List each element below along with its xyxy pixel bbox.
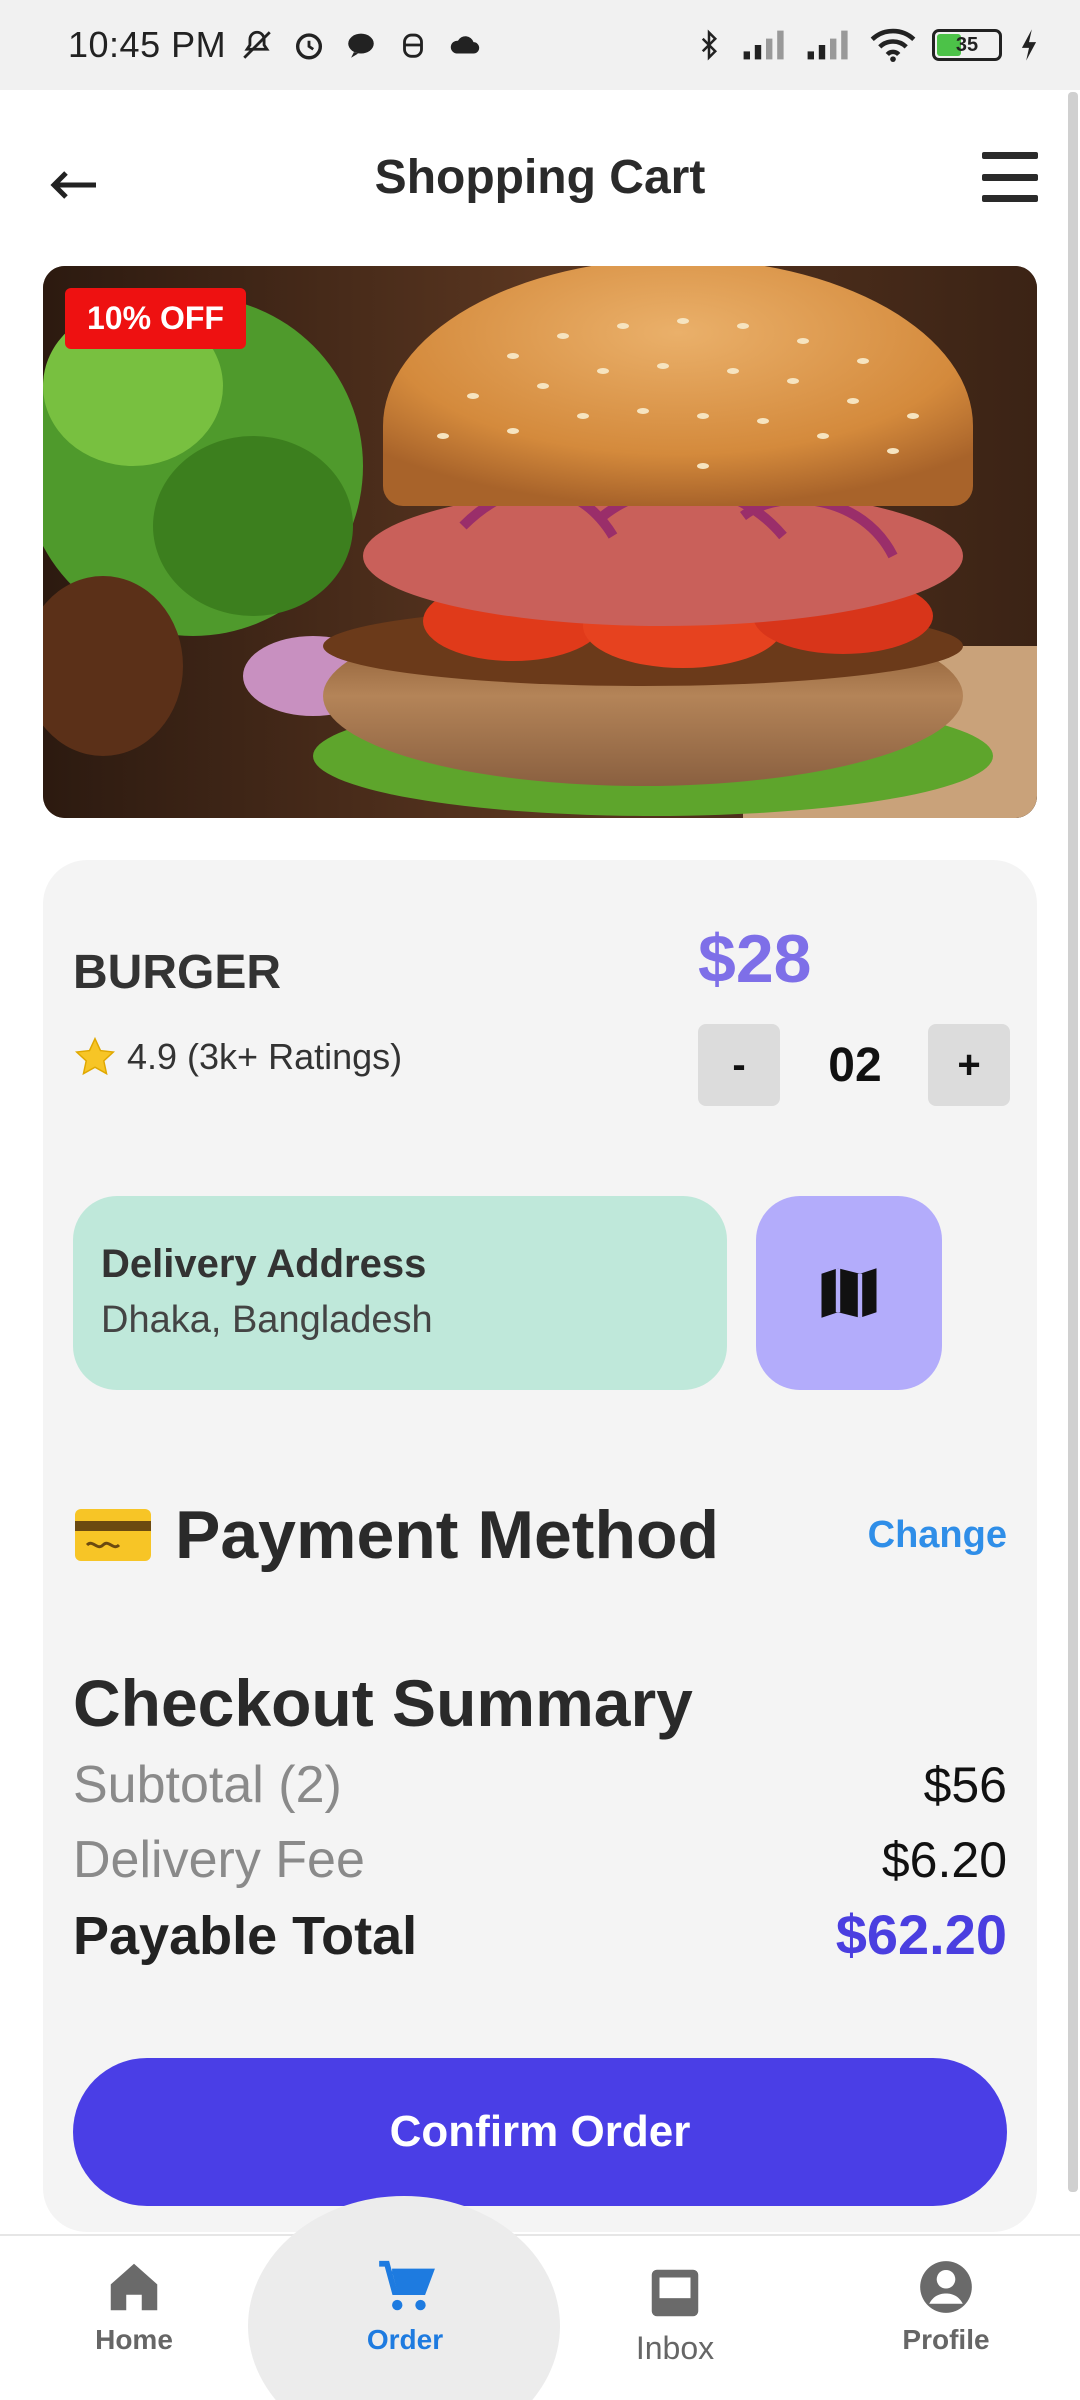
nav-label-inbox: Inbox: [635, 2330, 715, 2366]
chat-icon: [344, 28, 378, 62]
charging-icon: [1018, 28, 1040, 62]
signal-icon: [742, 28, 790, 62]
mute-icon: [240, 28, 274, 62]
profile-icon: [920, 2261, 972, 2313]
payment-method-title: Payment Method: [175, 1497, 720, 1573]
signal-icon: [806, 28, 854, 62]
battery-level: 35: [955, 33, 979, 56]
payable-total-label: Payable Total: [73, 1906, 418, 1966]
home-icon: [110, 2263, 158, 2311]
change-payment-link[interactable]: Change: [868, 1514, 1007, 1557]
cart-item-card: BURGER 4.9 (3k+ Ratings) $28 - 02 + Deli…: [43, 860, 1037, 2232]
map-button[interactable]: [756, 1196, 942, 1390]
bluetooth-icon: [692, 28, 726, 62]
delivery-fee-row: Delivery Fee $6.20: [73, 1830, 1007, 1890]
cloud-icon: [448, 28, 482, 62]
wifi-icon: [870, 28, 916, 62]
battery-icon: 35: [932, 29, 1002, 61]
checkout-summary-title: Checkout Summary: [73, 1666, 693, 1740]
delivery-address-value: Dhaka, Bangladesh: [101, 1299, 433, 1341]
nav-label-order: Order: [366, 2324, 444, 2355]
delivery-address-box[interactable]: Delivery Address Dhaka, Bangladesh: [73, 1196, 727, 1390]
status-time: 10:45 PM: [68, 24, 227, 65]
status-icons-right: 35: [692, 28, 1040, 62]
status-icons-left: [240, 28, 482, 62]
nav-item-home[interactable]: Home: [24, 2256, 244, 2356]
nav-item-profile[interactable]: Profile: [836, 2256, 1056, 2356]
delivery-fee-label: Delivery Fee: [73, 1831, 365, 1889]
nav-label-home: Home: [95, 2324, 173, 2355]
quantity-increase-button[interactable]: +: [928, 1024, 1010, 1106]
subtotal-label: Subtotal (2): [73, 1756, 342, 1814]
assistant-icon: [396, 28, 430, 62]
product-rating: 4.9 (3k+ Ratings): [73, 1035, 402, 1079]
quantity-decrease-button[interactable]: -: [698, 1024, 780, 1106]
burger-image: 10% OFF: [43, 266, 1037, 818]
confirm-order-button[interactable]: Confirm Order: [73, 2058, 1007, 2206]
discount-badge: 10% OFF: [65, 288, 246, 349]
header: Shopping Cart: [0, 90, 1080, 270]
subtotal-row: Subtotal (2) $56: [73, 1755, 1007, 1815]
quantity-value: 02: [828, 1039, 882, 1092]
page-title: Shopping Cart: [374, 151, 706, 204]
nav-item-order[interactable]: Order: [295, 2256, 515, 2356]
alarm-icon: [292, 28, 326, 62]
payable-total-value: $62.20: [835, 1903, 1007, 1966]
nav-item-inbox[interactable]: Inbox: [565, 2262, 785, 2367]
delivery-address-title: Delivery Address: [101, 1242, 427, 1286]
screen: 10:45 PM 35 Shopping Cart 10% OFF BURGER…: [0, 0, 1080, 2400]
star-icon: [74, 1036, 116, 1076]
product-name: BURGER: [73, 946, 282, 999]
product-price: $28: [698, 921, 812, 997]
subtotal-value: $56: [923, 1757, 1007, 1813]
payment-method-row: Payment Method Change: [73, 1490, 1007, 1580]
hamburger-menu-icon[interactable]: [982, 152, 1038, 202]
rating-text: 4.9 (3k+ Ratings): [127, 1036, 403, 1077]
cart-icon: [379, 2260, 435, 2311]
credit-card-icon: [75, 1509, 151, 1561]
bottom-navigation: Home Order Inbox Profile: [0, 2196, 1080, 2400]
status-bar: 10:45 PM 35: [0, 0, 1080, 90]
nav-label-profile: Profile: [902, 2324, 990, 2355]
payable-total-row: Payable Total $62.20: [73, 1902, 1007, 1967]
delivery-fee-value: $6.20: [881, 1832, 1007, 1888]
inbox-icon: [651, 2269, 699, 2317]
map-icon: [821, 1268, 877, 1318]
scrollbar[interactable]: [1068, 92, 1078, 2192]
